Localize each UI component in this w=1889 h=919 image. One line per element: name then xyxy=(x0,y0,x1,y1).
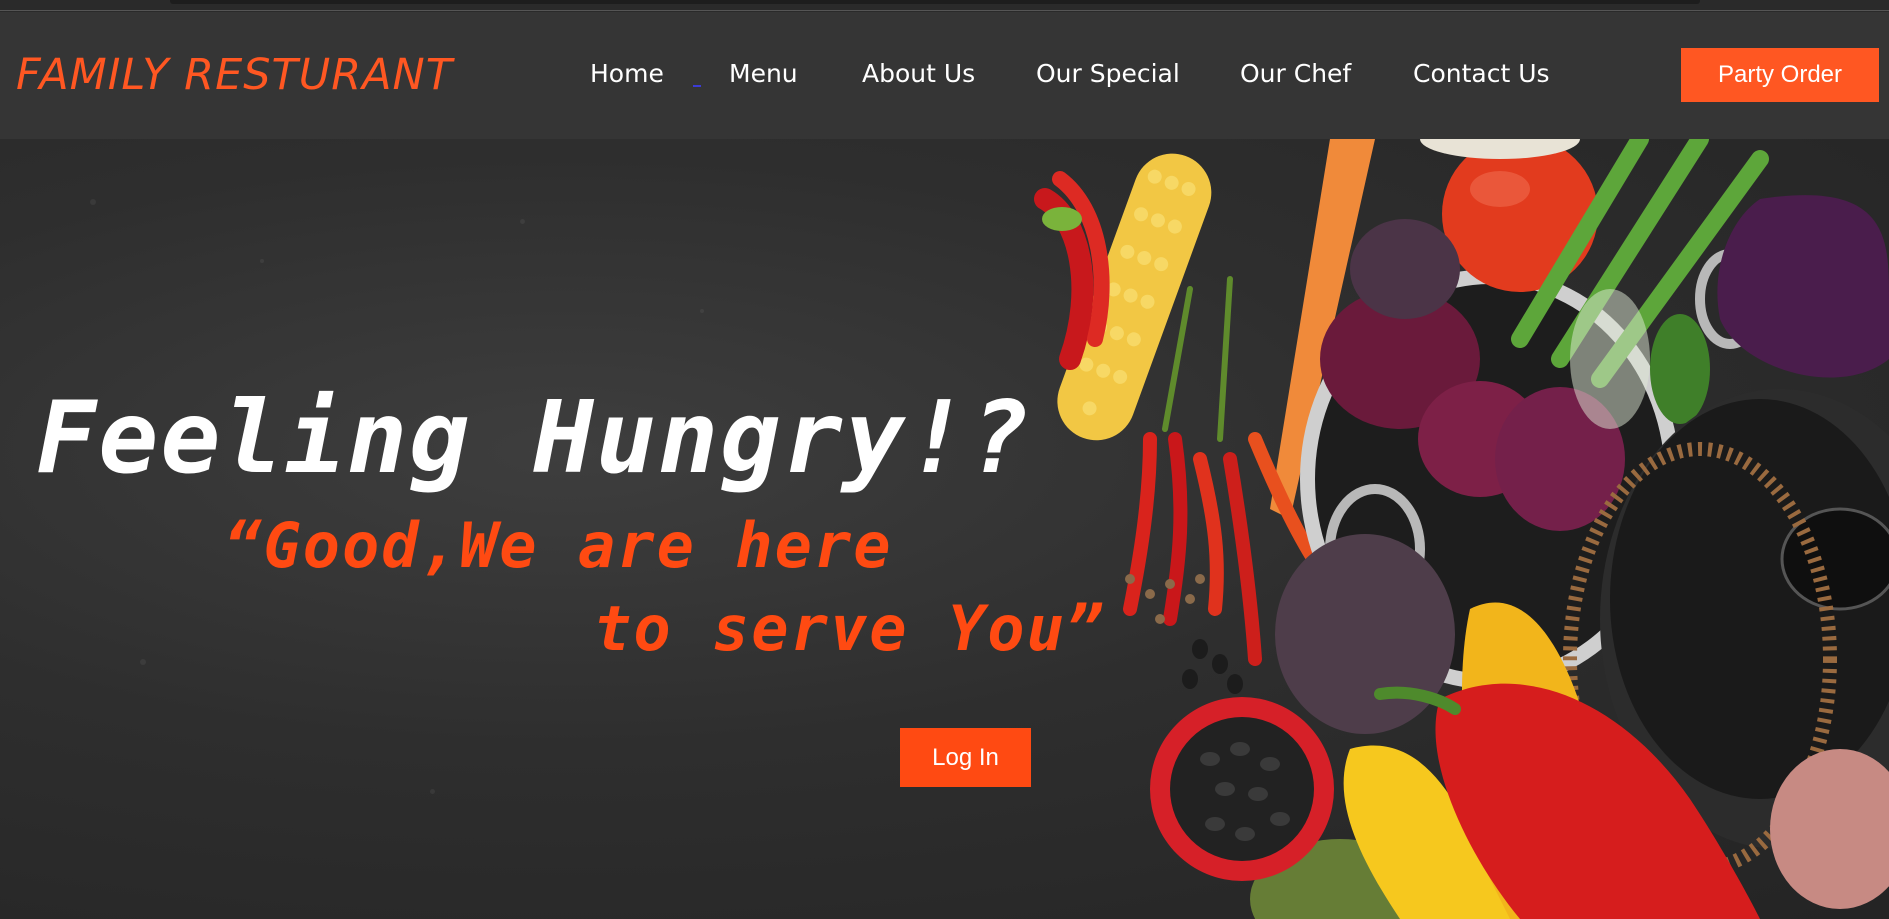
party-order-button[interactable]: Party Order xyxy=(1681,48,1879,102)
brand-logo[interactable]: FAMILY RESTURANT xyxy=(16,50,453,100)
hero-section: Feeling Hungry!? “Good,We are here to se… xyxy=(0,139,1889,919)
nav-link-about-us[interactable]: About Us xyxy=(862,59,975,88)
nav-link-our-chef[interactable]: Our Chef xyxy=(1240,59,1351,88)
hero-headline: Feeling Hungry!? xyxy=(36,379,1032,496)
browser-address-bar-edge xyxy=(170,0,1700,4)
nav-link-home[interactable]: Home xyxy=(590,59,664,88)
nav-link-contact-us[interactable]: Contact Us xyxy=(1413,59,1550,88)
nav-link-menu[interactable]: Menu xyxy=(729,59,798,88)
login-button[interactable]: Log In xyxy=(900,728,1031,787)
hero-tagline-line-1: “Good,We are here xyxy=(224,509,893,582)
divider xyxy=(0,10,1889,11)
nav-separator xyxy=(693,85,701,87)
nav-link-our-special[interactable]: Our Special xyxy=(1036,59,1180,88)
navbar: FAMILY RESTURANT Home Menu About Us Our … xyxy=(0,12,1889,139)
browser-top-strip xyxy=(0,0,1889,12)
hero-tagline-line-2: to serve You” xyxy=(594,592,1106,665)
